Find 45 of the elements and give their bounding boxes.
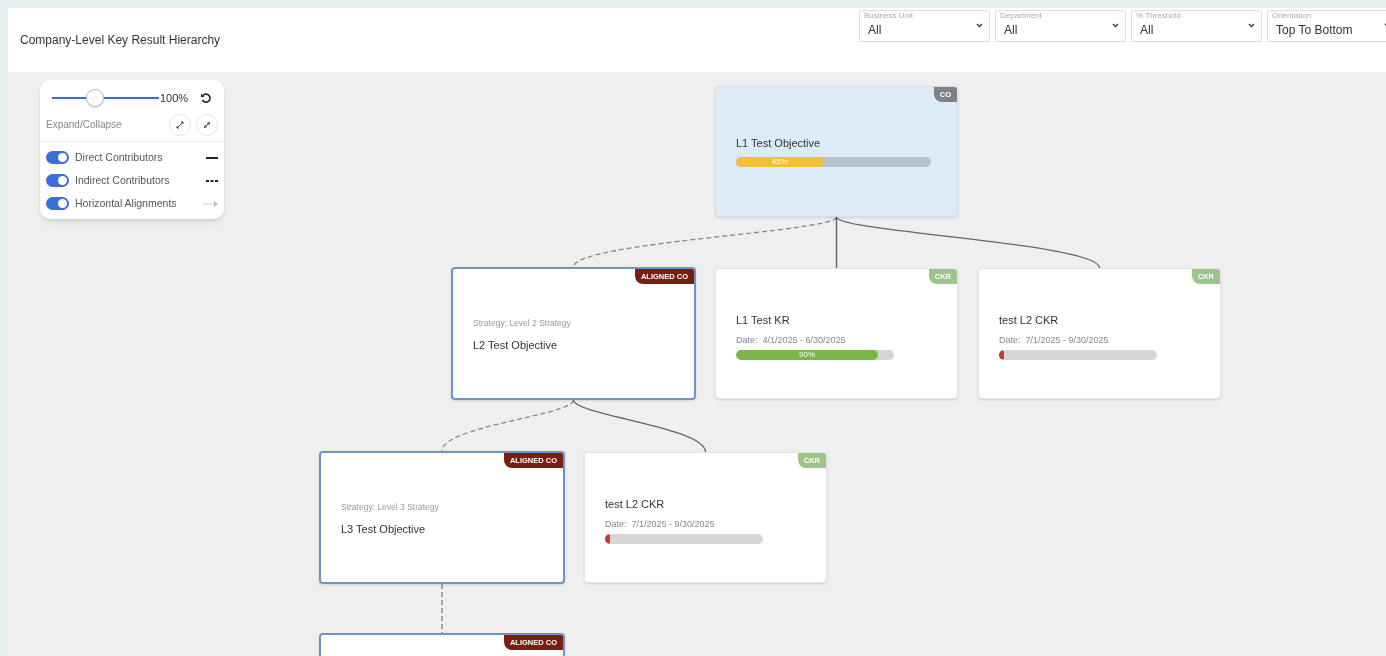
strategy-label: Strategy: Level 2 Strategy xyxy=(473,317,572,330)
toggle-label: Direct Contributors xyxy=(75,149,163,165)
filter-label: Orientation xyxy=(1272,11,1313,21)
reset-icon[interactable] xyxy=(200,92,212,104)
progress-label: 90% xyxy=(799,350,816,360)
zoom-reading: 100% xyxy=(160,90,189,106)
expand-icon xyxy=(176,120,184,129)
filter-dropdown[interactable]: Orientation Top To Bottom xyxy=(1267,10,1386,42)
toggle-label: Indirect Contributors xyxy=(75,172,170,188)
collapse-icon xyxy=(203,120,211,129)
filter-value: All xyxy=(868,22,883,39)
expand-collapse-label: Expand/Collapse xyxy=(46,118,122,132)
slider-thumb[interactable] xyxy=(85,89,104,107)
strategy-label: Strategy: Level 3 Strategy xyxy=(341,501,440,514)
zoom-slider[interactable] xyxy=(52,89,159,107)
dashed-line-icon xyxy=(206,179,218,182)
card-title: test L2 CKR xyxy=(605,497,666,512)
filter-dropdown[interactable]: Business Unit All xyxy=(859,10,990,42)
card-title: test L2 CKR xyxy=(999,313,1060,328)
filter-label: Department xyxy=(1000,11,1043,21)
solid-line-icon xyxy=(206,156,218,159)
progress-label: 45% xyxy=(771,156,788,167)
filter-dropdown[interactable]: Department All xyxy=(995,10,1126,42)
filter-value: All xyxy=(1140,22,1155,39)
page-title: Company-Level Key Result Hierarchy xyxy=(20,32,221,49)
chevron-icon xyxy=(976,23,983,28)
arrow-line-icon xyxy=(204,200,218,207)
card-title: L1 Test KR xyxy=(736,313,791,328)
chevron-icon xyxy=(1112,23,1119,28)
date-range: Date: 7/1/2025 - 9/30/2025 xyxy=(605,517,716,531)
chevron-icon xyxy=(1248,23,1255,28)
filter-value: All xyxy=(1004,22,1019,39)
date-range: Date: 7/1/2025 - 9/30/2025 xyxy=(999,333,1110,347)
toggle-switch[interactable] xyxy=(46,151,69,164)
filter-value: Top To Bottom xyxy=(1276,22,1354,39)
card-title: L1 Test Objective xyxy=(736,136,822,151)
toggle-switch[interactable] xyxy=(46,174,69,187)
toggle-label: Horizontal Alignments xyxy=(75,195,177,211)
card-title: L2 Test Objective xyxy=(473,337,559,353)
filter-label: % Threshold xyxy=(1136,11,1182,21)
date-range: Date: 4/1/2025 - 6/30/2025 xyxy=(736,333,847,347)
card-title: L3 Test Objective xyxy=(341,521,427,537)
filter-dropdown[interactable]: % Threshold All xyxy=(1131,10,1262,42)
filter-label: Business Unit xyxy=(864,11,914,21)
toggle-switch[interactable] xyxy=(46,197,69,210)
